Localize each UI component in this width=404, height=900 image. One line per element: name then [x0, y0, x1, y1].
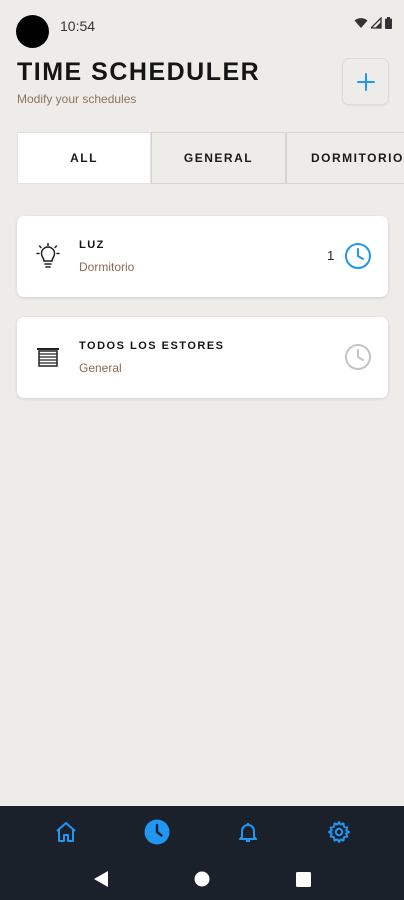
recents-icon [295, 871, 311, 887]
tab-dormitorio[interactable]: DORMITORIO [286, 132, 404, 184]
camera-cutout [16, 15, 49, 48]
device-card-todos-los-estores[interactable]: TODOS LOS ESTORES General [17, 317, 388, 398]
page-title: TIME SCHEDULER [17, 58, 261, 86]
filter-tabs: ALL GENERAL DORMITORIO [17, 132, 404, 184]
back-icon [93, 871, 108, 887]
device-name: LUZ [79, 239, 105, 251]
add-schedule-button[interactable] [342, 58, 389, 105]
plus-icon [356, 72, 375, 91]
bottom-nav [0, 806, 404, 858]
status-bar: 10:54 [0, 0, 404, 52]
device-room: General [79, 361, 122, 375]
tab-all[interactable]: ALL [17, 132, 151, 184]
device-room: Dormitorio [79, 260, 135, 274]
clock-icon[interactable] [344, 242, 372, 270]
bell-icon [238, 823, 257, 842]
clock-icon[interactable] [344, 343, 372, 371]
system-nav-bar [0, 858, 404, 900]
wifi-icon [354, 18, 368, 28]
system-back-button[interactable] [79, 861, 123, 897]
nav-notifications[interactable] [216, 810, 280, 854]
lightbulb-icon [36, 242, 60, 268]
home-circle-icon [194, 871, 210, 887]
nav-home[interactable] [34, 810, 98, 854]
nav-settings[interactable] [307, 810, 371, 854]
page-subtitle: Modify your schedules [17, 92, 137, 106]
system-recents-button[interactable] [281, 861, 325, 897]
battery-icon [385, 17, 392, 29]
status-time: 10:54 [60, 18, 96, 34]
schedule-count: 1 [327, 248, 335, 263]
blinds-icon [37, 348, 59, 367]
device-card-luz[interactable]: LUZ Dormitorio 1 [17, 216, 388, 297]
gear-icon [327, 821, 350, 843]
device-name: TODOS LOS ESTORES [79, 340, 225, 352]
system-home-button[interactable] [180, 861, 224, 897]
signal-icon [371, 17, 382, 29]
tab-general[interactable]: GENERAL [151, 132, 286, 184]
nav-schedules[interactable] [125, 810, 189, 854]
home-icon [55, 822, 76, 842]
status-icons [354, 17, 392, 29]
clock-icon [144, 819, 169, 845]
